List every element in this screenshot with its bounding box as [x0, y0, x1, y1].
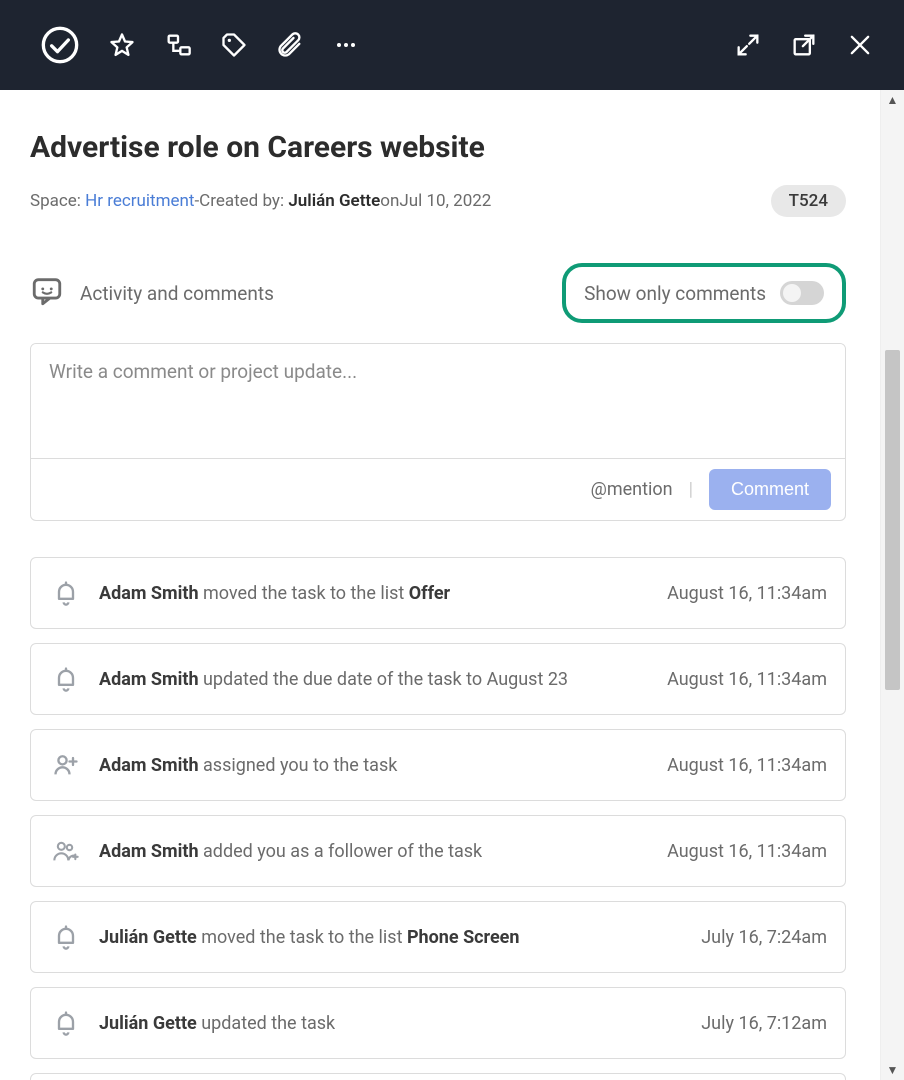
- space-link[interactable]: Hr recruitment: [85, 191, 194, 211]
- activity-target: Offer: [409, 583, 450, 604]
- scroll-down-arrow[interactable]: ▼: [881, 1060, 904, 1080]
- activity-item: Julián Gette updated the task July 16, 7:…: [30, 987, 846, 1059]
- activity-item: Adam Smith updated the due date of the t…: [30, 643, 846, 715]
- activity-item: Adam Smith assigned you to the task Augus…: [30, 729, 846, 801]
- close-button[interactable]: [846, 31, 874, 59]
- activity-item: Adam Smith moved the task to the list Of…: [30, 557, 846, 629]
- scroll-up-arrow[interactable]: ▲: [881, 90, 904, 110]
- tag-button[interactable]: [220, 31, 248, 59]
- activity-action: moved the task to the list: [197, 927, 407, 948]
- popout-icon: [790, 31, 818, 59]
- activity-actor: Julián Gette: [99, 1013, 197, 1034]
- activity-text: Adam Smith updated the due date of the t…: [99, 669, 651, 690]
- filter-label: Show only comments: [584, 282, 766, 305]
- activity-date: August 16, 11:34am: [667, 669, 827, 690]
- people-add-icon: [49, 836, 83, 866]
- dots-icon: [334, 33, 358, 57]
- activity-action: updated the task: [197, 1013, 335, 1034]
- comment-actions: @mention | Comment: [31, 458, 845, 520]
- check-circle-icon: [40, 25, 80, 65]
- complete-task-button[interactable]: [40, 25, 80, 65]
- activity-text: Adam Smith added you as a follower of th…: [99, 841, 651, 862]
- star-icon: [108, 31, 136, 59]
- comment-box: @mention | Comment: [30, 343, 846, 521]
- activity-text: Julián Gette moved the task to the list …: [99, 927, 685, 948]
- activity-item: Julián Gette updated the taskJuly 16, 7:…: [30, 1073, 846, 1080]
- topbar-right-group: [734, 31, 874, 59]
- expand-button[interactable]: [734, 31, 762, 59]
- activity-date: July 16, 7:24am: [701, 927, 827, 948]
- activity-header: Activity and comments Show only comments: [30, 263, 846, 323]
- created-on-date: Jul 10, 2022: [399, 191, 491, 211]
- activity-list: Adam Smith moved the task to the list Of…: [30, 557, 846, 1080]
- activity-action: added you as a follower of the task: [199, 841, 483, 862]
- activity-action: updated the due date of the task to Augu…: [199, 669, 569, 690]
- activity-text: Adam Smith assigned you to the task: [99, 755, 651, 776]
- topbar: [0, 0, 904, 90]
- show-only-comments-filter: Show only comments: [562, 263, 846, 323]
- activity-actor: Adam Smith: [99, 841, 199, 862]
- activity-target: Phone Screen: [407, 927, 520, 948]
- topbar-left-group: [40, 25, 360, 65]
- show-only-comments-toggle[interactable]: [780, 281, 824, 305]
- paperclip-icon: [276, 31, 304, 59]
- chat-icon: [30, 274, 64, 308]
- activity-heading-label: Activity and comments: [80, 282, 274, 305]
- activity-header-left: Activity and comments: [30, 274, 274, 313]
- creator-name: Julián Gette: [288, 191, 380, 211]
- activity-action: assigned you to the task: [199, 755, 398, 776]
- popout-button[interactable]: [790, 31, 818, 59]
- mention-button[interactable]: @mention: [591, 479, 673, 500]
- meta-row: Space: Hr recruitment - Created by: Juli…: [30, 185, 846, 217]
- bell-icon: [49, 578, 83, 608]
- activity-item: Adam Smith added you as a follower of th…: [30, 815, 846, 887]
- bell-icon: [49, 1008, 83, 1038]
- bell-icon: [49, 664, 83, 694]
- action-divider: |: [689, 479, 693, 500]
- subtask-icon: [164, 31, 192, 59]
- activity-text: Julián Gette updated the task: [99, 1013, 685, 1034]
- favorite-button[interactable]: [108, 31, 136, 59]
- scrollbar-thumb[interactable]: [885, 350, 900, 690]
- activity-action: moved the task to the list: [199, 583, 409, 604]
- task-title: Advertise role on Careers website: [30, 130, 846, 165]
- activity-date: July 16, 7:12am: [701, 1013, 827, 1034]
- created-on-prefix: on: [380, 191, 399, 211]
- more-menu-button[interactable]: [332, 31, 360, 59]
- activity-actor: Adam Smith: [99, 583, 199, 604]
- comment-input[interactable]: [31, 344, 845, 454]
- meta-left: Space: Hr recruitment - Created by: Juli…: [30, 191, 491, 211]
- activity-actor: Adam Smith: [99, 755, 199, 776]
- created-by-label: Created by:: [199, 191, 284, 211]
- subtask-button[interactable]: [164, 31, 192, 59]
- task-id-badge: T524: [771, 185, 846, 217]
- activity-date: August 16, 11:34am: [667, 583, 827, 604]
- activity-actor: Adam Smith: [99, 669, 199, 690]
- comment-submit-button[interactable]: Comment: [709, 469, 831, 510]
- attach-button[interactable]: [276, 31, 304, 59]
- expand-icon: [734, 31, 762, 59]
- chat-bubble-icon: [30, 274, 64, 313]
- activity-text: Adam Smith moved the task to the list Of…: [99, 583, 651, 604]
- activity-item: Julián Gette moved the task to the list …: [30, 901, 846, 973]
- tag-icon: [220, 31, 248, 59]
- person-add-icon: [49, 750, 83, 780]
- activity-actor: Julián Gette: [99, 927, 197, 948]
- scrollbar[interactable]: ▲ ▼: [880, 90, 904, 1080]
- main-content: Advertise role on Careers website Space:…: [0, 90, 876, 1080]
- activity-date: August 16, 11:34am: [667, 755, 827, 776]
- activity-date: August 16, 11:34am: [667, 841, 827, 862]
- close-icon: [846, 31, 874, 59]
- space-label: Space:: [30, 191, 81, 211]
- bell-icon: [49, 922, 83, 952]
